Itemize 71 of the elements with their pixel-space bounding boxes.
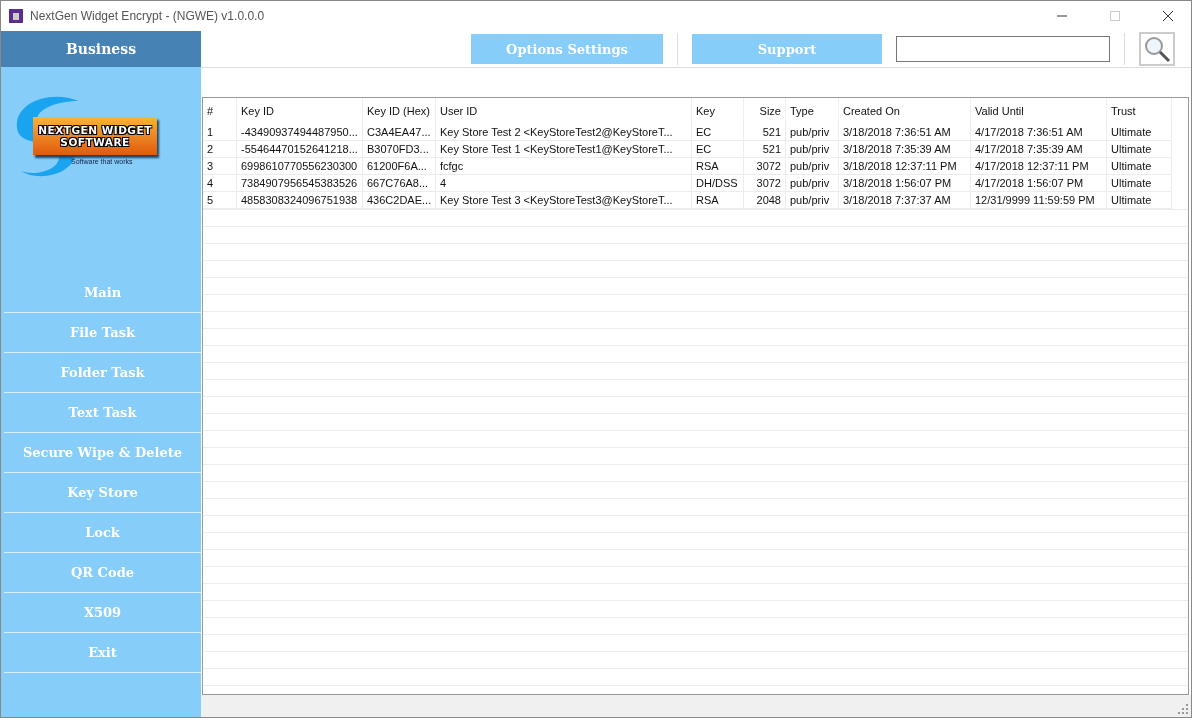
table-cell: pub/priv [786, 158, 839, 175]
search-button[interactable] [1139, 32, 1175, 66]
table-cell: 521 [744, 124, 786, 141]
table-cell: 667C76A8... [363, 175, 436, 192]
table-cell: Key Store Test 1 <KeyStoreTest1@KeyStoreT... [436, 141, 692, 158]
table-cell: -55464470152641218... [237, 141, 363, 158]
table-cell: 3072 [744, 158, 786, 175]
table-cell: 3/18/2018 1:56:07 PM [839, 175, 971, 192]
app-icon [9, 9, 23, 23]
table-cell: pub/priv [786, 175, 839, 192]
table-cell: 3 [203, 158, 237, 175]
column-header[interactable]: # [203, 98, 237, 124]
table-cell: B3070FD3... [363, 141, 436, 158]
table-cell: 4 [203, 175, 237, 192]
column-header[interactable]: Size [744, 98, 786, 124]
logo-text: SOFTWARE [60, 136, 130, 148]
table-cell: 7384907956545383526 [237, 175, 363, 192]
table-cell: 3/18/2018 7:35:39 AM [839, 141, 971, 158]
table-cell: RSA [692, 158, 744, 175]
table-cell: pub/priv [786, 141, 839, 158]
column-header[interactable]: Type [786, 98, 839, 124]
table-cell: 6998610770556230300 [237, 158, 363, 175]
table-cell: 1 [203, 124, 237, 141]
table-cell: 4/17/2018 1:56:07 PM [971, 175, 1107, 192]
table-cell: 12/31/9999 11:59:59 PM [971, 192, 1107, 209]
table-cell: 4/17/2018 7:35:39 AM [971, 141, 1107, 158]
table-cell: -43490937494487950... [237, 124, 363, 141]
table-cell: 61200F6A... [363, 158, 436, 175]
toolbar-button[interactable]: Options Settings [471, 34, 663, 64]
column-header[interactable]: Key [692, 98, 744, 124]
table-cell: Ultimate [1107, 192, 1172, 209]
window-title: NextGen Widget Encrypt - (NGWE) v1.0.0.0 [30, 9, 266, 23]
toolbar-button[interactable]: Support [692, 34, 882, 64]
table-cell: 2 [203, 141, 237, 158]
table-cell: pub/priv [786, 192, 839, 209]
table-cell: Ultimate [1107, 141, 1172, 158]
table-cell: 521 [744, 141, 786, 158]
table-cell: 4858308324096751938 [237, 192, 363, 209]
table-cell: 4 [436, 175, 692, 192]
table-cell: 2048 [744, 192, 786, 209]
table-cell: Ultimate [1107, 175, 1172, 192]
table-cell: EC [692, 141, 744, 158]
table-cell: 436C2DAE... [363, 192, 436, 209]
table-cell: C3A4EA47... [363, 124, 436, 141]
column-header[interactable]: Key ID (Hex) [363, 98, 436, 124]
table-cell: Ultimate [1107, 158, 1172, 175]
table-cell: Key Store Test 3 <KeyStoreTest3@KeyStoreT... [436, 192, 692, 209]
close-icon[interactable] [1163, 11, 1173, 21]
table-cell: DH/DSS [692, 175, 744, 192]
table-cell: 4/17/2018 12:37:11 PM [971, 158, 1107, 175]
column-header[interactable]: Key ID [237, 98, 363, 124]
column-header[interactable]: User ID [436, 98, 692, 124]
table-cell: 4/17/2018 7:36:51 AM [971, 124, 1107, 141]
table-cell: pub/priv [786, 124, 839, 141]
table-cell: Key Store Test 2 <KeyStoreTest2@KeyStoreT... [436, 124, 692, 141]
table-cell: RSA [692, 192, 744, 209]
table-cell: EC [692, 124, 744, 141]
table-cell: Ultimate [1107, 124, 1172, 141]
column-header[interactable]: Created On [839, 98, 971, 124]
column-header[interactable]: Trust [1107, 98, 1172, 124]
table-cell: fcfgc [436, 158, 692, 175]
resize-grip-icon [1178, 704, 1188, 714]
sidebar-header: Business [1, 31, 201, 67]
table-cell: 5 [203, 192, 237, 209]
table-cell: 3/18/2018 12:37:11 PM [839, 158, 971, 175]
table-cell: 3072 [744, 175, 786, 192]
table-cell: 3/18/2018 7:36:51 AM [839, 124, 971, 141]
search-field[interactable] [896, 36, 1110, 62]
logo-text: NEXTGEN WIDGET [38, 124, 152, 136]
table-cell: 3/18/2018 7:37:37 AM [839, 192, 971, 209]
column-header[interactable]: Valid Until [971, 98, 1107, 124]
